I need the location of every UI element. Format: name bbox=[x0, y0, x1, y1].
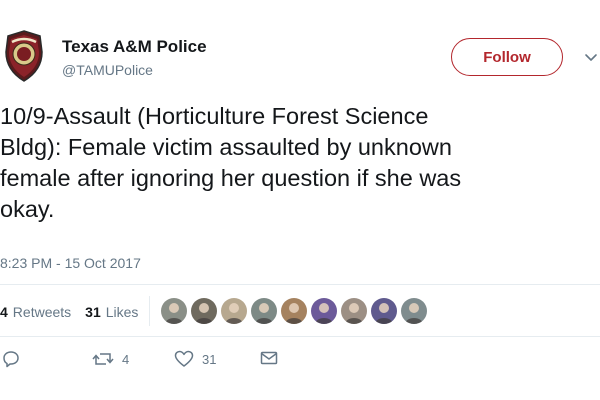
liker-avatar[interactable] bbox=[341, 298, 367, 324]
liker-avatar[interactable] bbox=[281, 298, 307, 324]
police-badge-logo[interactable] bbox=[4, 30, 44, 82]
like-button[interactable]: 31 bbox=[174, 350, 216, 368]
liker-avatar[interactable] bbox=[191, 298, 217, 324]
follow-button-label: Follow bbox=[483, 48, 531, 66]
reply-button[interactable] bbox=[2, 350, 28, 368]
divider bbox=[0, 336, 600, 337]
tweet-timestamp[interactable]: 8:23 PM - 15 Oct 2017 bbox=[0, 255, 141, 271]
account-name[interactable]: Texas A&M Police bbox=[62, 37, 207, 57]
liker-avatar[interactable] bbox=[221, 298, 247, 324]
likers-avatars bbox=[161, 298, 427, 324]
stats-divider bbox=[149, 296, 150, 326]
retweets-label: Retweets bbox=[12, 304, 72, 320]
tweet-actions: 4 31 bbox=[0, 350, 600, 374]
divider bbox=[0, 284, 600, 285]
likes-count: 31 bbox=[85, 304, 101, 320]
liker-avatar[interactable] bbox=[371, 298, 397, 324]
envelope-icon bbox=[260, 350, 278, 366]
retweets-stat[interactable]: 4 Retweets bbox=[0, 304, 71, 320]
liker-avatar[interactable] bbox=[311, 298, 337, 324]
liker-avatar[interactable] bbox=[401, 298, 427, 324]
tweet-stats: 4 Retweets 31 Likes bbox=[0, 296, 138, 328]
tweet-header: Texas A&M Police @TAMUPolice Follow bbox=[0, 0, 600, 100]
retweets-count: 4 bbox=[0, 304, 8, 320]
account-handle[interactable]: @TAMUPolice bbox=[62, 62, 153, 78]
like-count: 31 bbox=[202, 351, 217, 367]
tweet-text: 10/9-Assault (Horticulture Forest Scienc… bbox=[0, 103, 462, 222]
retweet-button[interactable]: 4 bbox=[92, 350, 129, 368]
direct-message-button[interactable] bbox=[260, 350, 278, 366]
liker-avatar[interactable] bbox=[161, 298, 187, 324]
chevron-down-icon[interactable] bbox=[584, 51, 598, 65]
reply-icon bbox=[2, 350, 20, 368]
likes-label: Likes bbox=[105, 304, 139, 320]
follow-button[interactable]: Follow bbox=[451, 38, 563, 76]
likes-stat[interactable]: 31 Likes bbox=[85, 304, 138, 320]
retweet-icon bbox=[92, 350, 114, 368]
liker-avatar[interactable] bbox=[251, 298, 277, 324]
retweet-count: 4 bbox=[122, 351, 130, 367]
heart-icon bbox=[174, 350, 194, 368]
